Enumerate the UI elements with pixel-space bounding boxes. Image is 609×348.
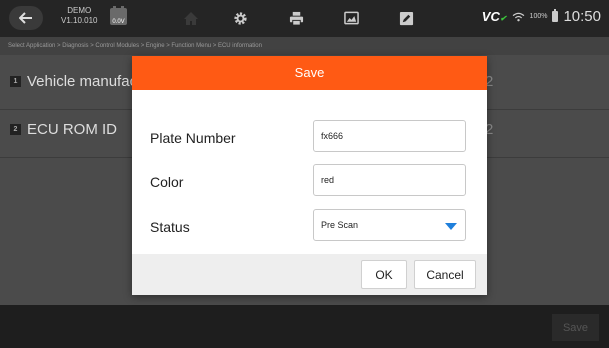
vc-connection-badge: VC✔ [482, 9, 507, 24]
row-label: ECU ROM ID [27, 121, 117, 138]
wifi-icon [512, 12, 524, 21]
top-bar: DEMO V1.10.010 0.0V VC✔ 100% 10:50 [0, 0, 609, 37]
settings-button[interactable] [228, 6, 252, 30]
color-value: red [321, 175, 335, 185]
save-dialog: Save Plate Number fx666 Color red Status… [132, 56, 487, 295]
demo-label: DEMO [67, 6, 92, 15]
plate-number-input[interactable]: fx666 [313, 120, 466, 152]
printer-icon [289, 11, 303, 26]
voltage-label: 0.0V [112, 19, 125, 25]
clock: 10:50 [563, 8, 601, 25]
status-area: VC✔ 100% 10:50 [482, 8, 601, 25]
battery-percent: 100% [529, 13, 548, 20]
version-label: V1.10.010 [61, 16, 98, 25]
gear-icon [233, 11, 247, 25]
back-button[interactable] [9, 6, 43, 30]
status-value: Pre Scan [321, 220, 359, 230]
plate-number-label: Plate Number [150, 130, 236, 146]
row-number: 2 [10, 124, 21, 135]
row-number: 1 [10, 76, 21, 87]
edit-button[interactable] [394, 6, 418, 30]
home-button[interactable] [179, 6, 203, 30]
status-select[interactable]: Pre Scan [313, 209, 466, 241]
chevron-down-icon [445, 223, 457, 230]
vc-check-icon: ✔ [499, 14, 507, 23]
plate-number-value: fx666 [321, 131, 344, 141]
print-button[interactable] [284, 6, 308, 30]
breadcrumb: Select Application > Diagnosis > Control… [0, 37, 609, 55]
dialog-footer: OK Cancel [132, 254, 487, 295]
row-label: Vehicle manufact [27, 73, 142, 90]
image-icon [343, 11, 359, 25]
vc-text: VC [481, 9, 500, 24]
status-label: Status [150, 219, 190, 235]
battery-icon [552, 9, 559, 22]
color-input[interactable]: red [313, 164, 466, 196]
version-info: DEMO V1.10.010 [61, 6, 97, 26]
screenshot-button[interactable] [339, 6, 363, 30]
color-label: Color [150, 174, 184, 190]
save-button[interactable]: Save [552, 314, 599, 341]
dialog-title: Save [132, 56, 487, 90]
back-arrow-icon [19, 12, 32, 24]
bottom-bar: Save [0, 305, 609, 348]
ok-button[interactable]: OK [361, 260, 407, 289]
edit-icon [399, 11, 413, 25]
cancel-button[interactable]: Cancel [414, 260, 476, 289]
voltage-indicator: 0.0V [110, 6, 127, 25]
home-icon [184, 11, 198, 25]
